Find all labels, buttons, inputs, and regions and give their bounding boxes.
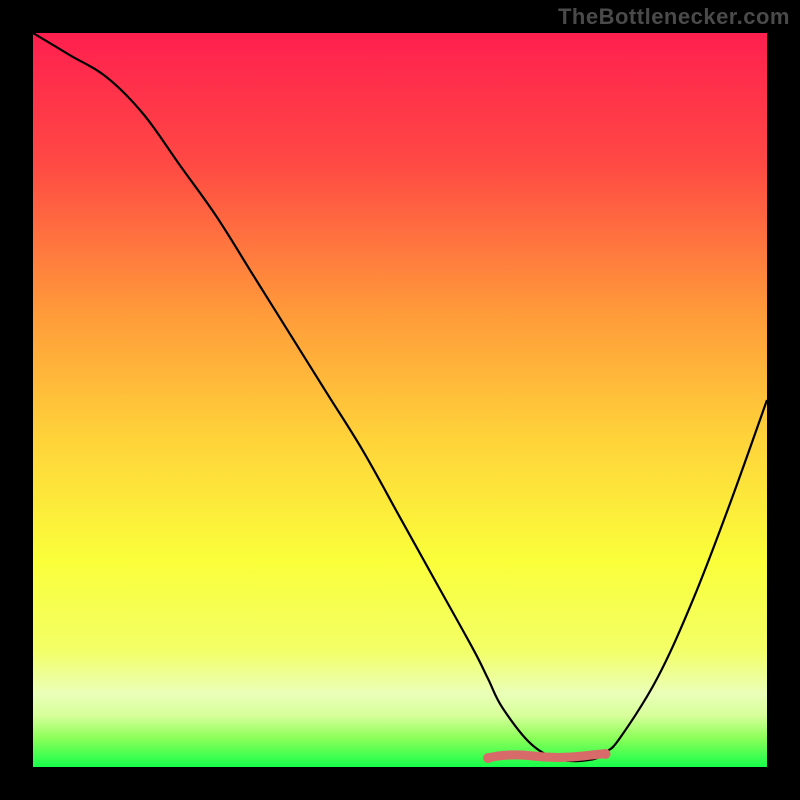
curve-highlight [488,754,606,758]
watermark-text: TheBottlenecker.com [558,4,790,30]
chart-frame: TheBottlenecker.com [0,0,800,800]
curve-line [33,33,767,761]
highlight-dot-end [601,749,611,759]
bottleneck-curve [33,33,767,767]
plot-area [33,33,767,767]
highlight-dot-start [483,753,493,763]
